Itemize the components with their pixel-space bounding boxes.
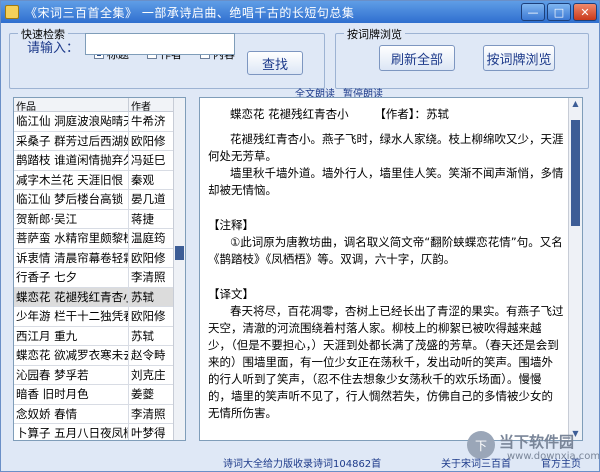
list-item[interactable]: 行香子 七夕 李清照 <box>14 268 185 288</box>
list-item[interactable]: 菩萨蛮 水精帘里颇黎枕 温庭筠 <box>14 229 185 249</box>
list-item[interactable]: 暗香 旧时月色 姜夔 <box>14 385 185 405</box>
column-header-author[interactable]: 作者 <box>129 98 175 113</box>
translation-heading: 【译文】 <box>208 287 254 301</box>
close-button[interactable]: ✕ <box>573 3 597 21</box>
list-item-title: 蝶恋花 欲减罗衣寒未去 <box>14 346 129 365</box>
list-item[interactable]: 诉衷情 清晨帘幕卷轻霜 欧阳修 <box>14 248 185 268</box>
list-item-author: 牛希济 <box>131 114 166 128</box>
list-item-title: 鹊踏枝 谁道闲情抛弃久 <box>14 151 129 170</box>
list-item-title: 诉衷情 清晨帘幕卷轻霜 <box>14 248 129 267</box>
poem-text: 蝶恋花 花褪残红青杏小 【作者】：苏轼 花褪残红青杏小。燕子飞时，绿水人家绕。枝… <box>208 106 564 422</box>
status-text: 诗词大全给力版收录诗词104862首 <box>223 459 382 470</box>
list-item-author: 苏轼 <box>131 328 154 343</box>
list-item[interactable]: 减字木兰花 天涯旧恨 秦观 <box>14 170 185 190</box>
list-item-title: 沁园春 梦孚若 <box>14 365 129 384</box>
list-item[interactable]: 临江仙 梦后楼台高锁 晏几道 <box>14 190 185 210</box>
list-item-author: 冯延巳 <box>131 153 166 167</box>
list-item[interactable]: 卜算子 五月八日夜凤栖 叶梦得 <box>14 424 185 440</box>
notes-text: ①此词原为唐教坊曲，调名取义简文帝“翻阶蛱蝶恋花情”句。又名《鹊踏枝》《凤栖梧》… <box>208 235 563 266</box>
poem-heading-author-label: 【作者】： <box>374 107 427 121</box>
list-item-title: 念奴娇 春情 <box>14 404 129 423</box>
list-item-title: 卜算子 五月八日夜凤栖 <box>14 424 129 440</box>
browse-by-tune-button[interactable]: 按词牌浏览 <box>483 45 555 71</box>
maximize-button[interactable]: □ <box>547 3 571 21</box>
list-item-title: 少年游 栏干十二独凭春 <box>14 307 129 326</box>
list-item[interactable]: 贺新郎·吴江 蒋捷 <box>14 209 185 229</box>
app-window: 《宋词三百首全集》 一部承诗启曲、绝唱千古的长短句总集 — □ ✕ 快速检索 标… <box>0 0 600 472</box>
list-item[interactable]: 鹊踏枝 谁道闲情抛弃久 冯延巳 <box>14 151 185 171</box>
watermark-name: 当下软件园 <box>499 433 575 451</box>
minimize-button[interactable]: — <box>521 3 545 21</box>
search-input-label: 请输入： <box>27 41 80 56</box>
list-item-title: 菩萨蛮 水精帘里颇黎枕 <box>14 229 129 248</box>
poem-stanza: 墙里秋千墙外道。墙外行人，墙里佳人笑。笑渐不闻声渐悄，多情却被无情恼。 <box>208 166 564 197</box>
list-item-author: 欧阳修 <box>131 133 166 148</box>
poem-heading-title: 蝶恋花 花褪残红青杏小 <box>230 107 349 121</box>
list-item-author: 蒋捷 <box>131 211 154 226</box>
poem-heading-author: 苏轼 <box>426 107 450 121</box>
list-item-title: 减字木兰花 天涯旧恨 <box>14 170 129 189</box>
list-item[interactable]: 采桑子 群芳过后西湖好 欧阳修 <box>14 131 185 151</box>
list-item-author: 赵令畤 <box>131 348 166 362</box>
list-item-author: 苏轼 <box>131 289 154 304</box>
list-item-author: 李清照 <box>131 406 166 421</box>
list-item-title: 行香子 七夕 <box>14 268 129 287</box>
list-item-author: 姜夔 <box>131 387 154 401</box>
list-item-title: 西江月 重九 <box>14 326 129 345</box>
search-input[interactable] <box>85 33 235 55</box>
list-item-author: 李清照 <box>131 270 166 284</box>
list-item[interactable]: 临江仙 洞庭波浪飐晴天 牛希济 <box>14 112 185 132</box>
list-item-author: 叶梦得 <box>131 426 166 440</box>
window-controls: — □ ✕ <box>521 3 597 21</box>
list-item-title: 蝶恋花 花褪残红青杏小 <box>14 287 129 306</box>
list-item[interactable]: 沁园春 梦孚若 刘克庄 <box>14 365 185 385</box>
list-item[interactable]: 少年游 栏干十二独凭春 欧阳修 <box>14 307 185 327</box>
poem-heading: 蝶恋花 花褪残红青杏小 【作者】：苏轼 <box>208 106 564 123</box>
about-link[interactable]: 关于宋词三百首 <box>441 455 511 470</box>
list-item-title: 贺新郎·吴江 <box>14 209 129 228</box>
translation-text: 春天将尽，百花凋零，杏树上已经长出了青涩的果实。有燕子飞过天空，清澈的河流围绕着… <box>208 304 564 420</box>
browse-group-label: 按词牌浏览 <box>344 26 405 42</box>
column-header-title[interactable]: 作品 <box>14 98 129 113</box>
list-item-title: 暗香 旧时月色 <box>14 385 129 404</box>
homepage-link[interactable]: 官方主页 <box>541 455 581 470</box>
list-item-title: 临江仙 洞庭波浪飐晴天 <box>14 112 129 131</box>
poem-stanza: 花褪残红青杏小。燕子飞时，绿水人家绕。枝上柳绵吹又少，天涯何处无芳草。 <box>208 132 564 163</box>
list-item-author: 欧阳修 <box>131 250 166 265</box>
refresh-all-button[interactable]: 刷新全部 <box>379 45 455 71</box>
list-header: 作品 作者 <box>14 98 185 113</box>
search-button[interactable]: 查找 <box>247 51 303 75</box>
list-item-title: 采桑子 群芳过后西湖好 <box>14 131 129 150</box>
list-item-author: 温庭筠 <box>131 231 166 245</box>
list-item-author: 秦观 <box>131 172 154 187</box>
poem-text-panel[interactable]: 蝶恋花 花褪残红青杏小 【作者】：苏轼 花褪残红青杏小。燕子飞时，绿水人家绕。枝… <box>199 97 583 441</box>
poem-list[interactable]: 作品 作者 临江仙 洞庭波浪飐晴天 牛希济 采桑子 群芳过后西湖好 欧阳修 鹊踏枝 谁道… <box>13 97 186 441</box>
app-icon <box>5 5 19 19</box>
list-item[interactable]: 蝶恋花 欲减罗衣寒未去 赵令畤 <box>14 346 185 366</box>
list-scrollbar-thumb[interactable] <box>175 246 184 260</box>
title-bar[interactable]: 《宋词三百首全集》 一部承诗启曲、绝唱千古的长短句总集 — □ ✕ <box>1 1 599 23</box>
text-scrollbar[interactable]: ▲ ▼ <box>568 98 582 440</box>
list-item[interactable]: 蝶恋花 花褪残红青杏小 苏轼 <box>14 287 185 307</box>
notes-heading: 【注释】 <box>208 218 254 232</box>
list-item[interactable]: 西江月 重九 苏轼 <box>14 326 185 346</box>
list-scrollbar[interactable] <box>173 98 185 440</box>
status-bar: 诗词大全给力版收录诗词104862首 关于宋词三百首 官方主页 <box>1 451 599 471</box>
list-item-author: 晏几道 <box>131 192 166 206</box>
list-item-author: 欧阳修 <box>131 309 166 323</box>
scroll-up-icon[interactable]: ▲ <box>571 100 580 108</box>
list-item-title: 临江仙 梦后楼台高锁 <box>14 190 129 209</box>
window-title: 《宋词三百首全集》 一部承诗启曲、绝唱千古的长短句总集 <box>25 5 355 20</box>
list-item[interactable]: 念奴娇 春情 李清照 <box>14 404 185 424</box>
list-rows: 临江仙 洞庭波浪飐晴天 牛希济 采桑子 群芳过后西湖好 欧阳修 鹊踏枝 谁道闲情抛弃久冯… <box>14 112 185 440</box>
list-item-author: 刘克庄 <box>131 367 166 382</box>
text-scrollbar-thumb[interactable] <box>571 120 580 226</box>
